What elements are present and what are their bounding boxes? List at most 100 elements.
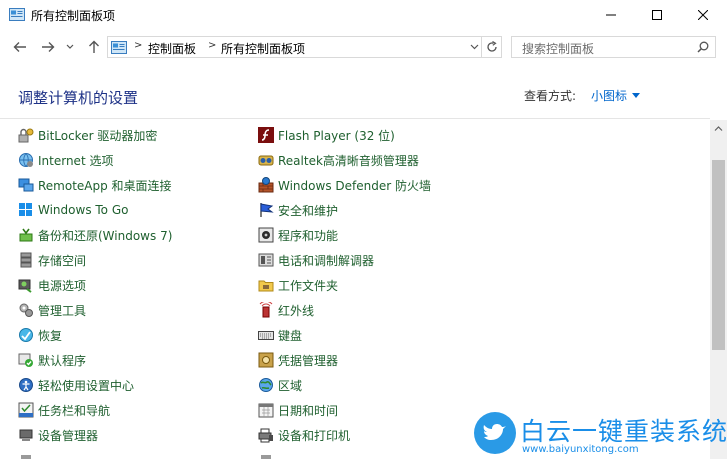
- address-history-button[interactable]: [466, 36, 482, 58]
- up-button[interactable]: [84, 39, 104, 55]
- item-storage-spaces[interactable]: 存储空间: [18, 251, 86, 269]
- view-by-label: 查看方式:: [524, 89, 577, 103]
- maximize-icon: [652, 10, 662, 20]
- chevron-down-icon: [470, 44, 478, 50]
- taskbar-icon: [18, 402, 34, 418]
- item-security-maintenance[interactable]: 安全和维护: [258, 201, 338, 219]
- title-bar: 所有控制面板项: [0, 0, 727, 30]
- control-panel-icon: [111, 41, 127, 54]
- item-infrared[interactable]: 红外线: [258, 301, 314, 319]
- search-box[interactable]: 搜索控制面板: [511, 36, 716, 58]
- refresh-button[interactable]: [482, 36, 502, 58]
- item-partial-left[interactable]: [18, 451, 38, 459]
- item-flash-player[interactable]: Flash Player (32 位): [258, 126, 395, 144]
- dropdown-triangle-icon: [632, 93, 641, 98]
- minimize-icon: [606, 14, 616, 16]
- search-icon: [697, 41, 709, 53]
- item-power-options[interactable]: 电源选项: [18, 276, 86, 294]
- realtek-audio-icon: [258, 152, 274, 168]
- firewall-icon: [258, 177, 274, 193]
- internet-options-icon: [18, 152, 34, 168]
- up-arrow-icon: [89, 40, 99, 53]
- item-realtek-audio[interactable]: Realtek高清晰音频管理器: [258, 151, 419, 169]
- forward-button[interactable]: [38, 39, 58, 55]
- item-default-programs[interactable]: 默认程序: [18, 351, 86, 369]
- close-button[interactable]: [680, 0, 726, 30]
- breadcrumb-control-panel[interactable]: 控制面板: [148, 40, 196, 57]
- refresh-icon: [486, 41, 497, 52]
- item-bitlocker[interactable]: BitLocker 驱动器加密: [18, 126, 157, 144]
- item-remoteapp[interactable]: RemoteApp 和桌面连接: [18, 176, 172, 194]
- region-icon: [258, 377, 274, 393]
- device-manager-icon: [18, 427, 34, 443]
- address-bar[interactable]: > 控制面板 > 所有控制面板项: [107, 36, 482, 58]
- programs-features-icon: [258, 227, 274, 243]
- close-icon: [698, 10, 708, 20]
- default-programs-icon: [18, 352, 34, 368]
- bitlocker-icon: [18, 127, 34, 143]
- control-panel-icon: [9, 8, 25, 21]
- watermark-text: 白云一键重装系统: [520, 417, 727, 446]
- back-button[interactable]: [10, 39, 30, 55]
- windows-to-go-icon: [18, 202, 34, 218]
- item-taskbar-navigation[interactable]: 任务栏和导航: [18, 401, 110, 419]
- devices-printers-icon: [258, 427, 274, 443]
- maximize-button[interactable]: [634, 0, 680, 30]
- back-arrow-icon: [13, 42, 26, 52]
- item-keyboard[interactable]: 键盘: [258, 326, 302, 344]
- flash-player-icon: [258, 127, 274, 143]
- chevron-down-icon: [66, 44, 74, 49]
- page-title: 调整计算机的设置: [18, 89, 139, 107]
- item-recovery[interactable]: 恢复: [18, 326, 62, 344]
- security-maintenance-icon: [258, 202, 274, 218]
- work-folders-icon: [258, 277, 274, 293]
- item-device-manager[interactable]: 设备管理器: [18, 426, 98, 444]
- item-programs-features[interactable]: 程序和功能: [258, 226, 338, 244]
- forward-arrow-icon: [42, 42, 55, 52]
- item-devices-printers[interactable]: 设备和打印机: [258, 426, 350, 444]
- admin-tools-icon: [18, 302, 34, 318]
- infrared-icon: [258, 302, 274, 318]
- item-firewall[interactable]: Windows Defender 防火墙: [258, 176, 431, 194]
- keyboard-icon: [258, 327, 274, 343]
- item-work-folders[interactable]: 工作文件夹: [258, 276, 338, 294]
- item-windows-to-go[interactable]: Windows To Go: [18, 201, 128, 219]
- storage-spaces-icon: [18, 252, 34, 268]
- item-phone-modem[interactable]: 电话和调制解调器: [258, 251, 374, 269]
- item-date-time[interactable]: 日期和时间: [258, 401, 338, 419]
- scroll-up-button[interactable]: [710, 120, 727, 137]
- view-mode-value: 小图标: [591, 89, 628, 103]
- chevron-up-icon: [714, 126, 723, 131]
- watermark: 白云一键重装系统 www.baiyunxitong.com: [474, 412, 727, 459]
- window-title: 所有控制面板项: [31, 9, 116, 23]
- date-time-icon: [258, 402, 274, 418]
- item-admin-tools[interactable]: 管理工具: [18, 301, 86, 319]
- item-internet-options[interactable]: Internet 选项: [18, 151, 113, 169]
- breadcrumb-separator-icon: >: [134, 40, 143, 51]
- control-panel-items: BitLocker 驱动器加密 Internet 选项 RemoteApp 和桌…: [0, 120, 710, 459]
- vertical-scrollbar[interactable]: [710, 120, 727, 459]
- minimize-button[interactable]: [588, 0, 634, 30]
- header-divider: [0, 118, 710, 119]
- phone-modem-icon: [258, 252, 274, 268]
- power-options-icon: [18, 277, 34, 293]
- item-partial-right[interactable]: [258, 451, 278, 459]
- item-credential-manager[interactable]: 凭据管理器: [258, 351, 338, 369]
- item-backup-restore[interactable]: 备份和还原(Windows 7): [18, 226, 172, 244]
- view-mode-dropdown[interactable]: 小图标: [591, 87, 641, 104]
- backup-restore-icon: [18, 227, 34, 243]
- breadcrumb-all-items[interactable]: 所有控制面板项: [221, 40, 305, 57]
- recovery-icon: [18, 327, 34, 343]
- search-placeholder: 搜索控制面板: [522, 42, 595, 56]
- sound-icon: [18, 452, 34, 459]
- item-region[interactable]: 区域: [258, 376, 302, 394]
- credential-manager-icon: [258, 352, 274, 368]
- partial-item-icon: [258, 452, 274, 459]
- watermark-bird-logo: [474, 412, 516, 454]
- breadcrumb-separator-icon: >: [208, 40, 217, 51]
- watermark-url: www.baiyunxitong.com: [522, 444, 639, 455]
- remoteapp-icon: [18, 177, 34, 193]
- recent-locations-button[interactable]: [64, 39, 76, 55]
- item-ease-of-access[interactable]: 轻松使用设置中心: [18, 376, 134, 394]
- scroll-thumb[interactable]: [712, 160, 725, 350]
